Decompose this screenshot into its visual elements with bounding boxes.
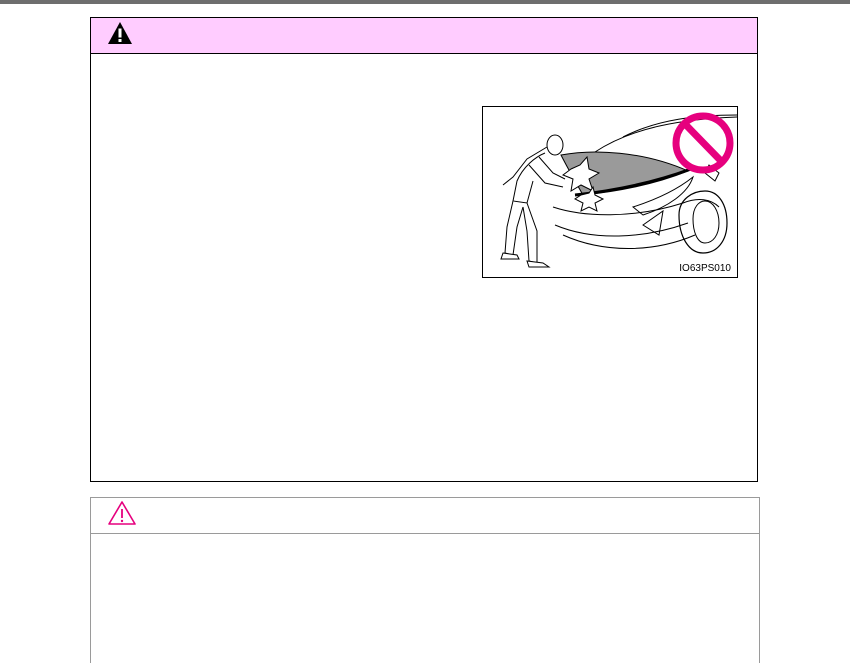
notice-header bbox=[91, 498, 759, 534]
page-top-rule bbox=[0, 0, 850, 4]
warning-body: IO63PS010 bbox=[91, 54, 757, 481]
figure-code: IO63PS010 bbox=[679, 263, 731, 274]
warning-header bbox=[91, 18, 757, 54]
notice-box bbox=[90, 497, 760, 663]
prohibition-icon bbox=[672, 112, 734, 174]
warning-triangle-icon bbox=[107, 21, 133, 50]
warning-box: IO63PS010 bbox=[90, 17, 758, 482]
manual-page: IO63PS010 bbox=[0, 0, 850, 663]
caution-triangle-outline-icon bbox=[107, 500, 137, 531]
illustration-hood-closing: IO63PS010 bbox=[482, 106, 738, 278]
